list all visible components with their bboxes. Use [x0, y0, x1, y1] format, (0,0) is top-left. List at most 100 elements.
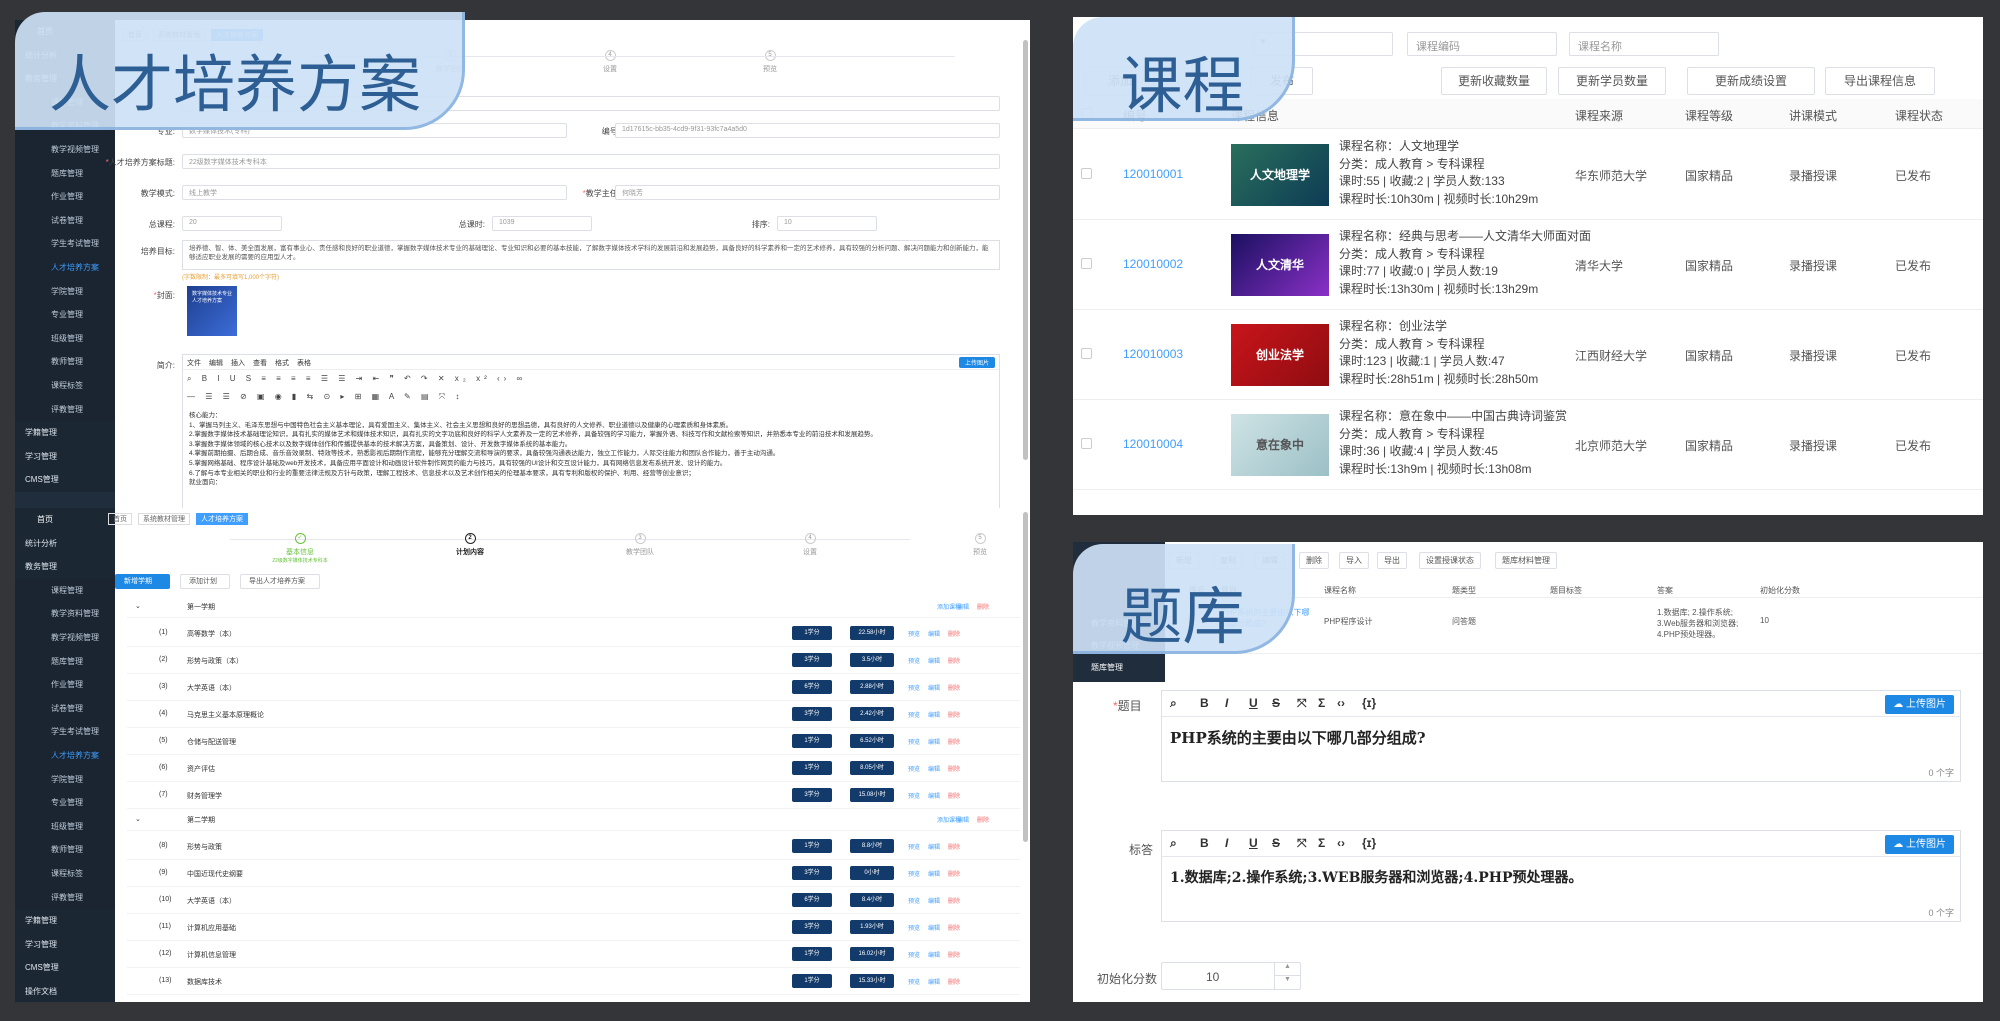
scrollbar[interactable]	[1023, 512, 1028, 842]
row-action[interactable]: 预览	[908, 737, 920, 746]
mode-select[interactable]: 线上教学	[182, 185, 567, 200]
question-button[interactable]: 题库材料管理	[1495, 552, 1557, 569]
row-action[interactable]: 删除	[948, 737, 960, 746]
breadcrumb-item[interactable]: 首页	[108, 513, 132, 525]
row-action[interactable]: 删除	[948, 977, 960, 986]
table-row[interactable]: (10) 大学英语（本） 6学分 8.4小时 预览 编辑 删除	[127, 887, 1020, 914]
course-thumbnail[interactable]: 人文清华	[1231, 234, 1329, 296]
code-filter[interactable]: 课程编码	[1407, 32, 1557, 56]
row-action[interactable]: 预览	[908, 923, 920, 932]
row-action[interactable]: 预览	[908, 683, 920, 692]
question-button[interactable]: 删除	[1299, 552, 1329, 569]
row-action[interactable]: 编辑	[928, 869, 940, 878]
row-action[interactable]: 预览	[908, 791, 920, 800]
sidebar-item[interactable]: 人才培养方案	[15, 255, 115, 280]
intro-content[interactable]: 核心能力： 1、掌握马列主义、毛泽东思想与中国特色社会主义基本理论，具有爱国主义、…	[189, 411, 993, 488]
course-id[interactable]: 120010004	[1123, 437, 1183, 451]
title-field[interactable]: 22级数字媒体技术专科本	[182, 154, 1000, 169]
row-action[interactable]: 预览	[908, 710, 920, 719]
row-action[interactable]: 预览	[908, 764, 920, 773]
table-row[interactable]: (5) 仓储与配送管理 1学分 6.52小时 预览 编辑 删除	[127, 728, 1020, 755]
score-stepper[interactable]: 10	[777, 216, 877, 231]
sidebar-item[interactable]: 学籍管理	[15, 909, 115, 933]
sidebar-item[interactable]: 学生考试管理	[15, 720, 115, 744]
row-action[interactable]: 删除	[948, 842, 960, 851]
sidebar-item[interactable]: 课程管理	[15, 578, 115, 603]
row-checkbox[interactable]	[1081, 258, 1092, 269]
sidebar-item[interactable]: 学习管理	[15, 444, 115, 469]
sidebar-item[interactable]: 班级管理	[15, 814, 115, 839]
sidebar-item[interactable]: 教学视频管理	[15, 137, 115, 162]
term-action[interactable]: 删除	[977, 815, 989, 824]
row-action[interactable]: 编辑	[928, 737, 940, 746]
step[interactable]: 5 预览	[715, 50, 825, 74]
breadcrumb-item[interactable]: 系统教材管理	[138, 513, 190, 525]
sidebar-item[interactable]: 操作文档	[15, 979, 115, 1002]
question-button[interactable]: 导出	[1377, 552, 1407, 569]
sidebar-item[interactable]: 课程标签	[15, 373, 115, 398]
menu-item[interactable]: 插入	[231, 358, 245, 368]
title-content[interactable]: PHP系统的主要由以下哪几部分组成?	[1170, 727, 1426, 748]
row-action[interactable]: 编辑	[928, 950, 940, 959]
course-button[interactable]: 更新收藏数量	[1441, 67, 1547, 95]
course-button[interactable]: 导出课程信息	[1825, 67, 1935, 95]
director-field[interactable]: 何晓芳	[615, 185, 1000, 200]
sidebar-item[interactable]: 统计分析	[15, 531, 115, 556]
row-action[interactable]: 预览	[908, 656, 920, 665]
sidebar-item[interactable]: 学生考试管理	[15, 232, 115, 256]
course-thumbnail[interactable]: 人文地理学	[1231, 144, 1329, 206]
course-id[interactable]: 120010003	[1123, 347, 1183, 361]
table-row[interactable]: (6) 资产评估 1学分 8.05小时 预览 编辑 删除	[127, 755, 1020, 782]
table-row[interactable]: 120010002 人文清华 课程名称：经典与思考——人文清华大师面对面 分类：成人教…	[1073, 220, 1983, 310]
breadcrumb-item[interactable]: 人才培养方案	[196, 513, 248, 525]
intro-editor[interactable]: 文件 编辑 插入 查看 格式 表格 上传图片 ⌕ B I U S ≡ ≡ ≡ ≡ ☰ ☰ …	[182, 354, 1000, 513]
step[interactable]: 4 设置	[755, 533, 865, 557]
answer-content[interactable]: 1.数据库;2.操作系统;3.WEB服务器和浏览器;4.PHP预处理器。	[1170, 867, 1582, 887]
row-action[interactable]: 预览	[908, 869, 920, 878]
sidebar-item[interactable]: 教学资料管理	[15, 602, 115, 626]
menu-item[interactable]: 表格	[297, 358, 311, 368]
row-action[interactable]: 编辑	[928, 896, 940, 905]
question-button[interactable]: 设置授课状态	[1419, 552, 1481, 569]
table-row[interactable]: (3) 大学英语（本） 6学分 2.88小时 预览 编辑 删除	[127, 674, 1020, 701]
row-action[interactable]: 编辑	[928, 764, 940, 773]
sidebar-item[interactable]: CMS管理	[15, 468, 115, 492]
course-button[interactable]: 更新成绩设置	[1687, 67, 1815, 95]
sidebar-item[interactable]: 教务管理	[15, 555, 115, 579]
course-id[interactable]: 120010002	[1123, 257, 1183, 271]
step[interactable]: 5 预览	[925, 533, 1030, 557]
plan-button[interactable]: 添加计划	[180, 574, 230, 589]
row-action[interactable]: 删除	[948, 869, 960, 878]
sidebar-item[interactable]: 学院管理	[15, 767, 115, 792]
row-action[interactable]: 编辑	[928, 710, 940, 719]
upload-button[interactable]: ☁ 上传图片	[1885, 835, 1954, 854]
sidebar-item[interactable]: 班级管理	[15, 326, 115, 351]
sidebar-item[interactable]: 试卷管理	[15, 208, 115, 233]
row-action[interactable]: 删除	[948, 764, 960, 773]
title-editor[interactable]: ⌕ B I U S ⤧ Σ ‹› {ɪ} ☁ 上传图片 PHP系统的主要由以下哪几部分组成? 0…	[1161, 690, 1961, 782]
answer-editor[interactable]: ⌕ B I U S ⤧ Σ ‹› {ɪ} ☁ 上传图片 1.数据库;2.操作系统;3.WEB服务…	[1161, 830, 1961, 922]
course-id[interactable]: 120010001	[1123, 167, 1183, 181]
sidebar-item[interactable]: 教学视频管理	[15, 625, 115, 650]
hours-stepper[interactable]: 1039	[492, 216, 592, 231]
table-row[interactable]: (11) 计算机应用基础 3学分 1.93小时 预览 编辑 删除	[127, 914, 1020, 941]
cover-image[interactable]: 数字媒体技术专业人才培养方案	[187, 286, 237, 336]
menu-item[interactable]: 查看	[253, 358, 267, 368]
sidebar-item[interactable]: 专业管理	[15, 303, 115, 327]
table-row[interactable]: (9) 中国近现代史纲要 3学分 0小时 预览 编辑 删除	[127, 860, 1020, 887]
row-action[interactable]: 删除	[948, 923, 960, 932]
sidebar-item[interactable]: 作业管理	[15, 185, 115, 209]
step[interactable]: ✓ 基本信息 22级数字媒体技术专科本	[245, 533, 355, 564]
score-up[interactable]: ▲	[1274, 963, 1300, 976]
row-action[interactable]: 删除	[948, 791, 960, 800]
row-action[interactable]: 编辑	[928, 683, 940, 692]
table-row[interactable]: (8) 形势与政策 1学分 8.8小时 预览 编辑 删除	[127, 833, 1020, 860]
sidebar-item[interactable]: 人才培养方案	[15, 743, 115, 768]
table-row[interactable]: 120010001 人文地理学 课程名称：人文地理学 分类：成人教育 > 专科课程 课时…	[1073, 130, 1983, 220]
row-checkbox[interactable]	[1081, 348, 1092, 359]
sidebar-item[interactable]: 评教管理	[15, 397, 115, 422]
sidebar-item[interactable]: 学籍管理	[15, 421, 115, 445]
row-action[interactable]: 预览	[908, 977, 920, 986]
row-action[interactable]: 预览	[908, 896, 920, 905]
upload-button[interactable]: 上传图片	[958, 357, 995, 368]
